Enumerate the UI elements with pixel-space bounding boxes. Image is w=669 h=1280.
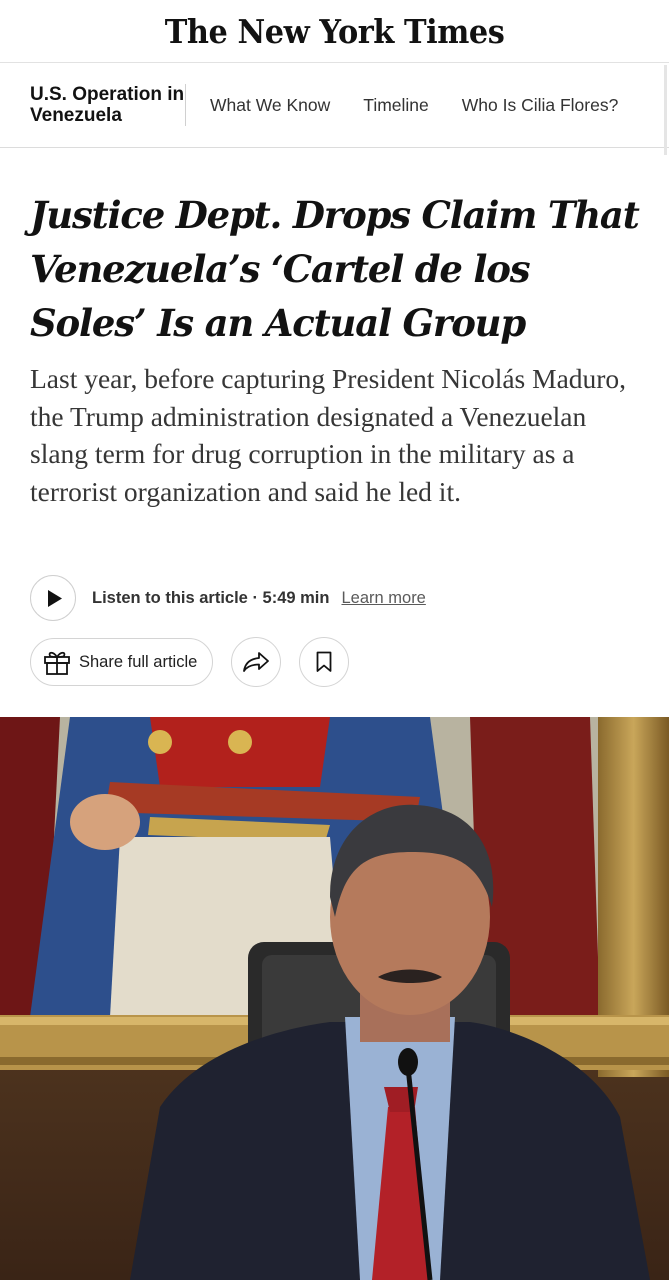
save-button[interactable] <box>299 637 349 687</box>
nav-divider <box>185 84 186 126</box>
article-photo <box>0 717 669 1280</box>
nyt-logo[interactable]: The New York Times <box>165 12 505 51</box>
play-button[interactable] <box>30 575 76 621</box>
article-actions: Share full article <box>30 637 349 687</box>
article-summary: Last year, before capturing President Ni… <box>30 363 627 507</box>
section-links: What We Know Timeline Who Is Cilia Flore… <box>210 95 618 116</box>
share-full-article-button[interactable]: Share full article <box>30 638 213 686</box>
share-arrow-icon <box>243 652 269 672</box>
listen-label: Listen to this article · 5:49 min <box>92 588 330 607</box>
learn-more-link[interactable]: Learn more <box>341 589 425 608</box>
bookmark-icon <box>316 651 332 672</box>
section-nav: U.S. Operation in Venezuela What We Know… <box>0 63 669 148</box>
masthead: The New York Times <box>0 0 669 63</box>
article-headline: Justice Dept. Drops Claim That Venezuela… <box>30 193 640 345</box>
nav-link-what-we-know[interactable]: What We Know <box>210 95 330 116</box>
audio-player: Listen to this article · 5:49 min Learn … <box>30 574 426 622</box>
scrollbar[interactable] <box>664 65 667 155</box>
play-icon <box>48 589 62 607</box>
article-photo-image <box>0 717 669 1280</box>
share-button[interactable] <box>231 637 281 687</box>
nav-link-timeline[interactable]: Timeline <box>363 95 428 116</box>
section-label[interactable]: U.S. Operation in Venezuela <box>30 84 185 126</box>
nav-link-who-is-cilia-flores[interactable]: Who Is Cilia Flores? <box>462 95 619 116</box>
share-label: Share full article <box>79 652 198 671</box>
gift-icon <box>44 651 70 675</box>
